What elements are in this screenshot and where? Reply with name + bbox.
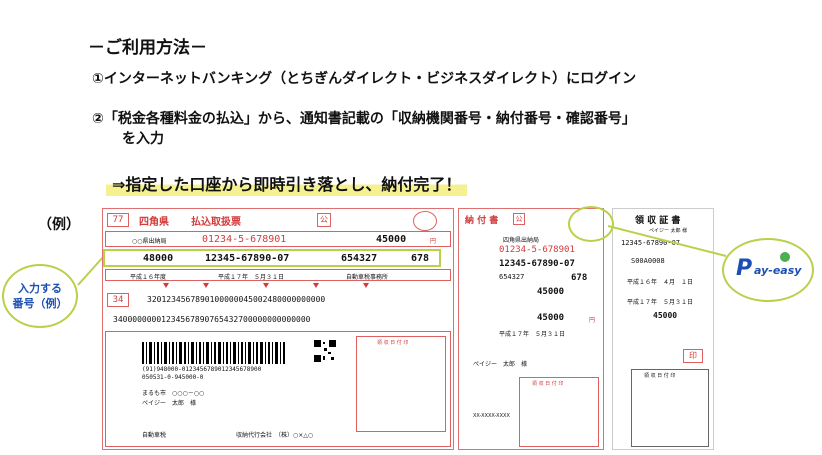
payeasy-logo-p: P — [736, 256, 753, 281]
page-title: －ご利用方法－ — [88, 38, 207, 58]
notice-account: 01234-5-678901 — [499, 245, 575, 255]
notice-yen: 円 — [589, 317, 596, 324]
row-payee: ○○県出納局 01234-5-678901 45000 円 — [105, 231, 451, 247]
notice-payee: 四角県出納局 — [503, 237, 540, 244]
input-number-callout: 入力する 番号（例） — [2, 264, 78, 328]
step-2: ②「税金各種料金の払込」から、通知書記載の「収納機関番号・納付番号・確認番号」 — [92, 111, 636, 127]
notice-nofu: 12345-67890-07 — [499, 259, 575, 269]
receipt-stamp-box: 領 収 日 付 印 — [631, 369, 709, 447]
receipt-amount: 45000 — [653, 311, 678, 320]
slip-code: 77 — [107, 213, 129, 227]
ocr-code: 34 — [107, 293, 129, 307]
receipt-stamp-label: 領 収 日 付 印 — [644, 373, 676, 379]
payeasy-logo-text: ay-easy — [754, 264, 802, 277]
tax-office: 自動車税事務所 — [346, 274, 389, 281]
qr-code-icon — [314, 340, 336, 362]
notice-name: ペイジー 太郎 様 — [473, 361, 528, 368]
account-number: 01234-5-678901 — [202, 234, 287, 245]
notice-title: 納 付 書 — [465, 216, 499, 226]
kakunin-number: 654327 — [341, 253, 378, 264]
receipt-stamp-box: 領 収 日 付 印 — [356, 336, 446, 432]
arrow-markers — [163, 283, 369, 288]
result-text: ⇒指定した口座から即時引き落とし、納付完了！ — [106, 170, 468, 196]
address: まるも市 ○○○－○○ — [142, 390, 205, 397]
amount: 45000 — [376, 234, 407, 245]
payment-slip: 77 四角県 払込取扱票 公 ○○県出納局 01234-5-678901 450… — [102, 208, 454, 450]
callout-line1: 入力する — [18, 282, 62, 295]
payeasy-dot-icon — [780, 252, 790, 262]
barcode-text-1: (91)948000-0123456789012345678900 — [142, 366, 262, 373]
payee-name: ○○県出納局 — [132, 238, 167, 245]
payeasy-mini-logo — [413, 211, 437, 231]
notice-kakunin: 654327 — [499, 273, 525, 281]
slip-public-mark: 公 — [317, 213, 331, 227]
ocr-line-2: 3400000000123456789076543270000000000000… — [113, 315, 311, 324]
collection-agent: 収納代行会社 （株）○×△○ — [236, 432, 314, 439]
fiscal-year: 平成１６年度 — [130, 274, 167, 281]
stamp-label: 領 収 日 付 印 — [377, 340, 409, 346]
tax-type: 自動車税 — [142, 432, 167, 439]
notice-amount: 45000 — [537, 287, 565, 297]
other-number: 678 — [411, 253, 430, 264]
payment-notice-slip: 納 付 書 公 四角県出納局 01234-5-678901 12345-6789… — [458, 208, 604, 450]
barcode-icon — [142, 342, 285, 364]
slip-form-name: 払込取扱票 — [191, 217, 241, 228]
callout-line2: 番号（例） — [12, 297, 68, 310]
highlight-input-numbers: 48000 12345-67890-07 654327 678 — [103, 249, 441, 267]
customer-name: ペイジー 太郎 様 — [142, 400, 197, 407]
receipt-seal: 印 — [683, 349, 703, 363]
notice-stamp-box: 領 収 日 付 印 — [519, 377, 599, 447]
payeasy-connector — [607, 225, 727, 257]
ocr-line-1: 3201234567890100000045002480000000000 — [147, 295, 326, 304]
notice-stamp-label: 領 収 日 付 印 — [532, 381, 564, 387]
yen-unit: 円 — [430, 238, 437, 245]
step-1: ①インターネットバンキング（とちぎんダイレクト・ビジネスダイレクト）にログイン — [92, 71, 637, 87]
row-year: 平成１６年度 平成１７年 ５月３１日 自動車税事務所 — [105, 269, 451, 281]
slip-prefecture: 四角県 — [139, 217, 169, 228]
step-2-cont: を入力 — [122, 131, 164, 147]
example-label: （例） — [38, 217, 80, 233]
notice-total: 45000 — [537, 313, 565, 323]
shuno-number: 48000 — [143, 253, 174, 264]
receipt-date1: 平成１６年 ４月 １日 — [627, 279, 694, 286]
payeasy-logo: P ay-easy — [722, 238, 814, 302]
notice-other: 678 — [571, 273, 588, 283]
notice-public-mark: 公 — [513, 213, 525, 225]
lower-section: (91)948000-0123456789012345678900 050531… — [105, 331, 451, 447]
receipt-date2: 平成１７年 ５月３１日 — [627, 299, 694, 306]
notice-deadline: 平成１７年 ５月３１日 — [499, 331, 566, 338]
deadline: 平成１７年 ５月３１日 — [218, 274, 285, 281]
notice-tel: XX-XXXX-XXXX — [473, 413, 510, 419]
barcode-text-2: 050531-0-945000-0 — [142, 374, 204, 381]
nofu-number: 12345-67890-07 — [205, 253, 290, 264]
